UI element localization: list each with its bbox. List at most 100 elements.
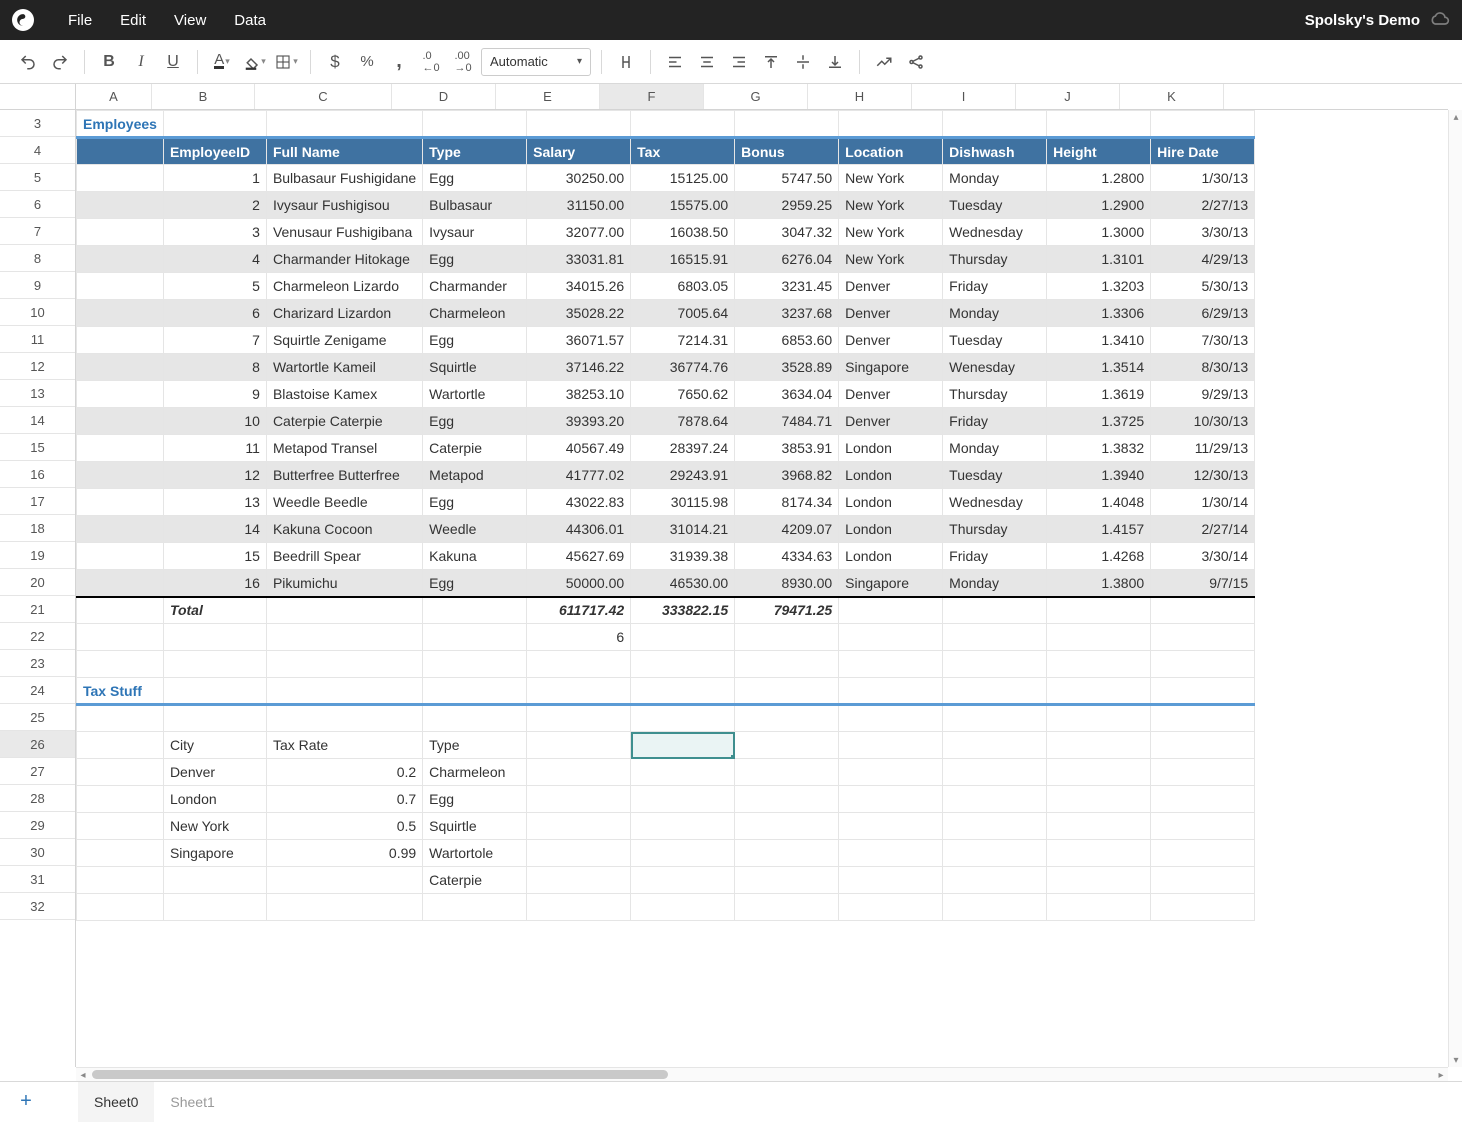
cell-G11[interactable]: 6853.60 [735, 327, 839, 354]
horizontal-scrollbar[interactable]: ◂ ▸ [76, 1067, 1448, 1081]
sheet-tab-sheet1[interactable]: Sheet1 [154, 1082, 230, 1122]
cell-B26[interactable]: City [163, 732, 266, 759]
cell-B9[interactable]: 5 [163, 273, 266, 300]
chart-button[interactable] [870, 48, 898, 76]
cell-E14[interactable]: 39393.20 [527, 408, 631, 435]
row-header-21[interactable]: 21 [0, 596, 75, 623]
cell-F10[interactable]: 7005.64 [631, 300, 735, 327]
cell-A23[interactable] [77, 651, 164, 678]
cell-H28[interactable] [839, 786, 943, 813]
cell-K23[interactable] [1151, 651, 1255, 678]
cell-G30[interactable] [735, 840, 839, 867]
cell-C19[interactable]: Beedrill Spear [266, 543, 422, 570]
cell-A9[interactable] [77, 273, 164, 300]
row-header-18[interactable]: 18 [0, 515, 75, 542]
cell-G9[interactable]: 3231.45 [735, 273, 839, 300]
row-header-11[interactable]: 11 [0, 326, 75, 353]
row-header-26[interactable]: 26 [0, 731, 75, 758]
cell-C13[interactable]: Blastoise Kamex [266, 381, 422, 408]
cell-A31[interactable] [77, 867, 164, 894]
cell-K14[interactable]: 10/30/13 [1151, 408, 1255, 435]
cell-I9[interactable]: Friday [943, 273, 1047, 300]
cell-J28[interactable] [1047, 786, 1151, 813]
cell-F15[interactable]: 28397.24 [631, 435, 735, 462]
cell-F3[interactable] [631, 111, 735, 138]
cell-C21[interactable] [266, 597, 422, 624]
cell-K29[interactable] [1151, 813, 1255, 840]
cell-D19[interactable]: Kakuna [423, 543, 527, 570]
cell-I11[interactable]: Tuesday [943, 327, 1047, 354]
cell-A20[interactable] [77, 570, 164, 597]
cell-K22[interactable] [1151, 624, 1255, 651]
cell-D21[interactable] [423, 597, 527, 624]
cell-A24[interactable]: Tax Stuff [77, 678, 164, 705]
cell-D28[interactable]: Egg [423, 786, 527, 813]
align-center-button[interactable] [693, 48, 721, 76]
cell-C28[interactable]: 0.7 [266, 786, 422, 813]
cell-F8[interactable]: 16515.91 [631, 246, 735, 273]
cell-E28[interactable] [527, 786, 631, 813]
cell-I7[interactable]: Wednesday [943, 219, 1047, 246]
cell-F25[interactable] [631, 705, 735, 732]
cell-A18[interactable] [77, 516, 164, 543]
cell-E15[interactable]: 40567.49 [527, 435, 631, 462]
cell-G6[interactable]: 2959.25 [735, 192, 839, 219]
cell-J24[interactable] [1047, 678, 1151, 705]
row-header-15[interactable]: 15 [0, 434, 75, 461]
cell-F23[interactable] [631, 651, 735, 678]
cell-K3[interactable] [1151, 111, 1255, 138]
cell-G31[interactable] [735, 867, 839, 894]
cell-G26[interactable] [735, 732, 839, 759]
row-header-29[interactable]: 29 [0, 812, 75, 839]
cell-F32[interactable] [631, 894, 735, 921]
cell-E25[interactable] [527, 705, 631, 732]
italic-button[interactable]: I [127, 48, 155, 76]
cell-I4[interactable]: Dishwash [943, 138, 1047, 165]
fill-color-button[interactable]: ▾ [240, 48, 268, 76]
cell-J16[interactable]: 1.3940 [1047, 462, 1151, 489]
cell-G21[interactable]: 79471.25 [735, 597, 839, 624]
cell-I24[interactable] [943, 678, 1047, 705]
cell-E7[interactable]: 32077.00 [527, 219, 631, 246]
cell-H7[interactable]: New York [839, 219, 943, 246]
cell-F18[interactable]: 31014.21 [631, 516, 735, 543]
cell-F22[interactable] [631, 624, 735, 651]
cell-G29[interactable] [735, 813, 839, 840]
column-header-B[interactable]: B [152, 84, 255, 109]
cell-C5[interactable]: Bulbasaur Fushigidane [266, 165, 422, 192]
cell-J7[interactable]: 1.3000 [1047, 219, 1151, 246]
cell-I17[interactable]: Wednesday [943, 489, 1047, 516]
cell-C26[interactable]: Tax Rate [266, 732, 422, 759]
column-header-J[interactable]: J [1016, 84, 1120, 109]
cell-D14[interactable]: Egg [423, 408, 527, 435]
cell-C4[interactable]: Full Name [266, 138, 422, 165]
cell-I32[interactable] [943, 894, 1047, 921]
cell-D3[interactable] [423, 111, 527, 138]
cell-E29[interactable] [527, 813, 631, 840]
menu-view[interactable]: View [160, 12, 220, 29]
cell-F16[interactable]: 29243.91 [631, 462, 735, 489]
cell-I15[interactable]: Monday [943, 435, 1047, 462]
cell-F6[interactable]: 15575.00 [631, 192, 735, 219]
cell-K5[interactable]: 1/30/13 [1151, 165, 1255, 192]
cell-D5[interactable]: Egg [423, 165, 527, 192]
cell-F17[interactable]: 30115.98 [631, 489, 735, 516]
cell-C12[interactable]: Wartortle Kameil [266, 354, 422, 381]
underline-button[interactable]: U [159, 48, 187, 76]
cell-H25[interactable] [839, 705, 943, 732]
cell-H31[interactable] [839, 867, 943, 894]
cell-A12[interactable] [77, 354, 164, 381]
cell-B28[interactable]: London [163, 786, 266, 813]
cell-E16[interactable]: 41777.02 [527, 462, 631, 489]
cell-G4[interactable]: Bonus [735, 138, 839, 165]
cell-D13[interactable]: Wartortle [423, 381, 527, 408]
cell-I16[interactable]: Tuesday [943, 462, 1047, 489]
cell-C6[interactable]: Ivysaur Fushigisou [266, 192, 422, 219]
align-right-button[interactable] [725, 48, 753, 76]
cell-E32[interactable] [527, 894, 631, 921]
cell-I20[interactable]: Monday [943, 570, 1047, 597]
cell-K31[interactable] [1151, 867, 1255, 894]
cell-B30[interactable]: Singapore [163, 840, 266, 867]
cell-A26[interactable] [77, 732, 164, 759]
cell-I6[interactable]: Tuesday [943, 192, 1047, 219]
